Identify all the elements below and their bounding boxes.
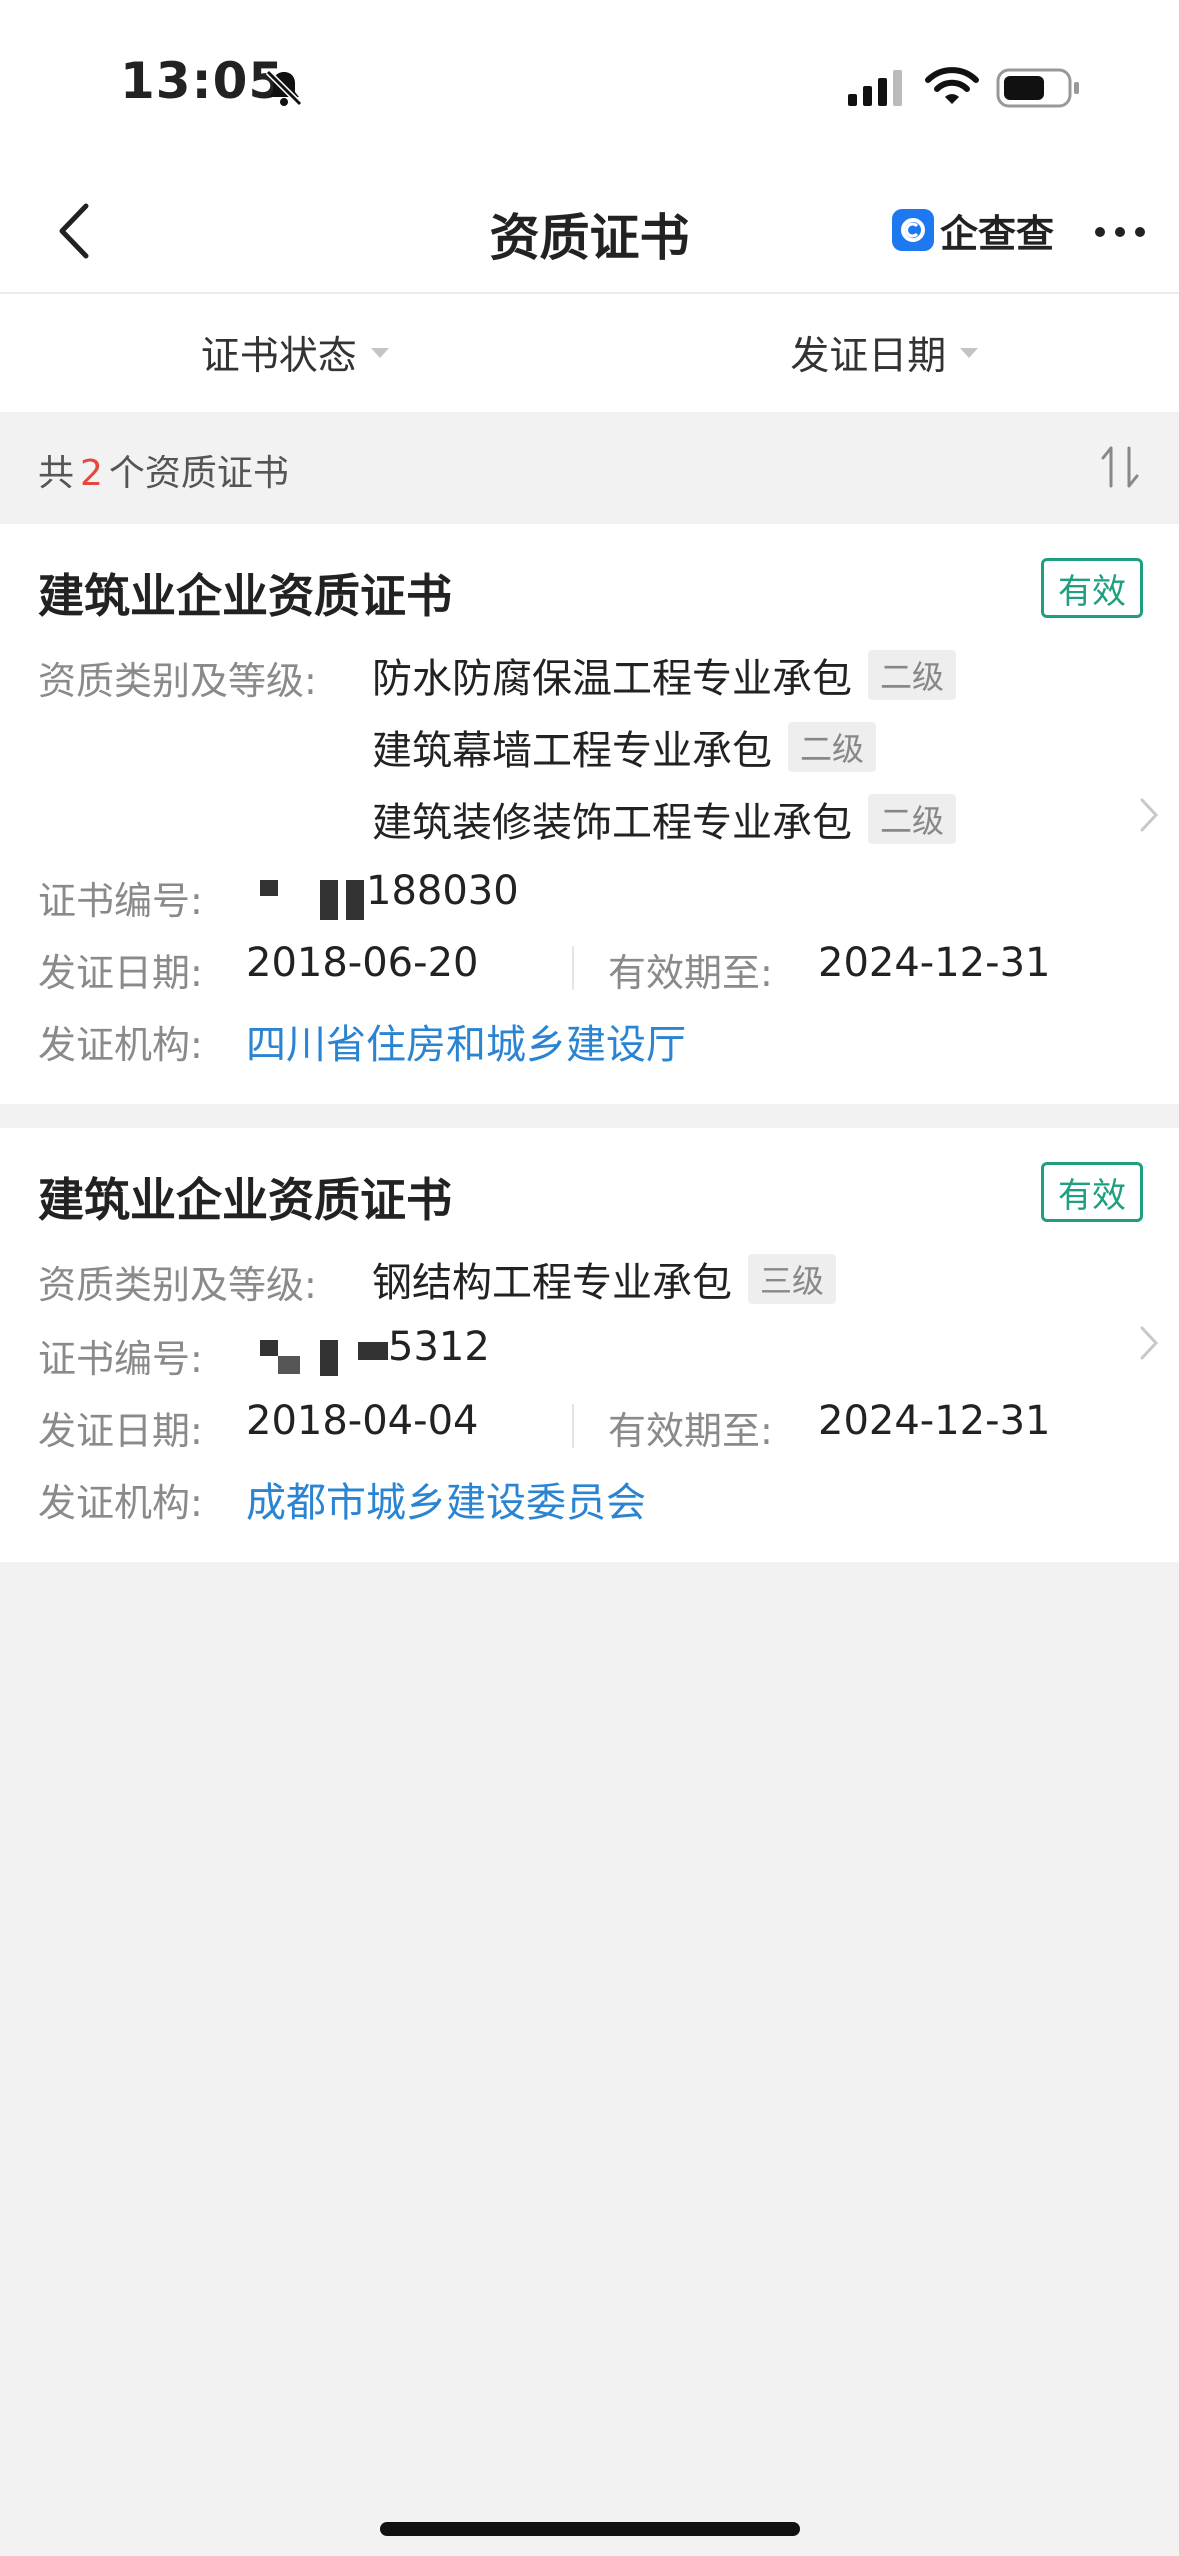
redaction-mask [346,880,364,920]
home-indicator[interactable] [380,2522,800,2536]
card-title: 建筑业企业资质证书 [38,1173,452,1227]
brand-logo-area: 企查查 [892,200,1054,260]
chevron-right-icon [1140,798,1159,832]
caret-down-icon [370,348,389,358]
redaction-mask [278,1356,300,1374]
status-bar: 13:05 [0,0,1179,170]
battery-icon [996,68,1079,108]
issuer-label: 发证机构: [38,1023,203,1067]
card-title: 建筑业企业资质证书 [38,569,452,623]
issue-date-label: 发证日期: [38,951,203,995]
filter-bar: 证书状态 发证日期 [0,294,1179,412]
nav-bar: 资质证书 企查查 [0,170,1179,294]
qualification-name: 防水防腐保温工程专业承包 [372,656,852,702]
issue-date-label: 发证日期: [38,1409,203,1453]
level-tag: 二级 [788,722,877,772]
divider [572,946,574,990]
status-badge: 有效 [1041,1162,1143,1222]
qualification-item: 建筑装修装饰工程专业承包 二级 [372,790,957,848]
redaction-mask [260,1340,278,1356]
redaction-mask [260,880,278,896]
sort-icon[interactable] [1098,442,1142,492]
more-icon[interactable] [1090,212,1150,252]
caret-down-icon [960,348,979,358]
redaction-mask [358,1342,388,1360]
brand-logo-icon [892,209,934,251]
status-badge: 有效 [1041,558,1143,618]
certificate-card[interactable]: 建筑业企业资质证书 有效 资质类别及等级: 防水防腐保温工程专业承包 二级 建筑… [0,524,1179,1104]
redaction-mask [320,880,338,920]
level-tag: 三级 [748,1254,837,1304]
result-summary: 共 2 个资质证书 [0,412,1179,524]
valid-until-label: 有效期至: [608,951,773,995]
redaction-mask [320,1340,338,1376]
filter-cert-status[interactable]: 证书状态 [0,294,590,412]
summary-count: 2 [80,453,103,494]
certificate-card[interactable]: 建筑业企业资质证书 有效 资质类别及等级: 钢结构工程专业承包 三级 证书编号:… [0,1128,1179,1562]
qualification-name: 建筑幕墙工程专业承包 [372,728,772,774]
issue-date-value: 2018-04-04 [246,1398,479,1444]
filter-label: 发证日期 [790,334,947,379]
issuer-link[interactable]: 四川省住房和城乡建设厅 [246,1012,686,1070]
level-tag: 二级 [868,650,957,700]
level-tag: 二级 [868,794,957,844]
bell-muted-icon [265,69,303,107]
summary-prefix: 共 [38,453,75,494]
qualification-name: 建筑装修装饰工程专业承包 [372,800,852,846]
wifi-icon [925,67,979,104]
brand-name: 企查查 [940,211,1055,256]
category-label: 资质类别及等级: [38,659,317,703]
valid-until-value: 2024-12-31 [818,1398,1051,1444]
filter-issue-date[interactable]: 发证日期 [590,294,1179,412]
category-label: 资质类别及等级: [38,1263,317,1307]
qualification-item: 防水防腐保温工程专业承包 二级 [372,646,957,704]
valid-until-label: 有效期至: [608,1409,773,1453]
signal-icon [848,70,902,106]
screen: 13:05 资质证书 企查查 证书状态 发证日期 共 2 个资质证书 建筑业企业… [0,0,1179,2556]
valid-until-value: 2024-12-31 [818,940,1051,986]
chevron-right-icon [1140,1326,1159,1360]
filter-label: 证书状态 [200,334,357,379]
issuer-label: 发证机构: [38,1481,203,1525]
divider [572,1404,574,1448]
status-time: 13:05 [120,52,285,110]
qualification-item: 钢结构工程专业承包 三级 [372,1250,837,1308]
summary-suffix: 个资质证书 [108,453,289,494]
issuer-link[interactable]: 成都市城乡建设委员会 [246,1470,646,1528]
cert-no-label: 证书编号: [38,879,203,923]
qualification-item: 建筑幕墙工程专业承包 二级 [372,718,877,776]
qualification-name: 钢结构工程专业承包 [372,1260,732,1306]
cert-no-value: 188030 [366,868,519,914]
summary-text: 共 2 个资质证书 [38,444,289,496]
issue-date-value: 2018-06-20 [246,940,479,986]
cert-no-value: 5312 [388,1324,490,1370]
cert-no-label: 证书编号: [38,1337,203,1381]
